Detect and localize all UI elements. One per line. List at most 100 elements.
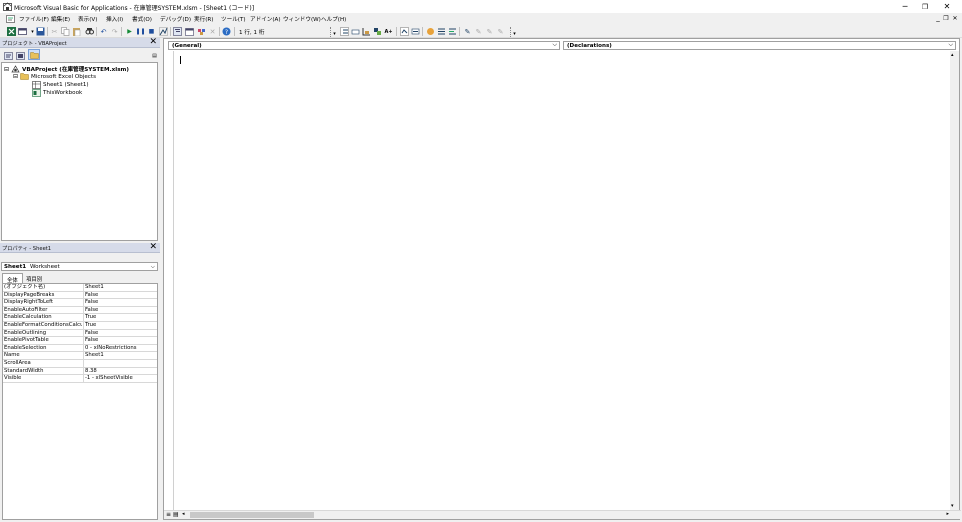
property-value[interactable]: False xyxy=(83,299,157,307)
quick-info-icon[interactable]: A+ xyxy=(384,27,393,36)
parameter-info-icon[interactable] xyxy=(400,27,409,36)
uncomment-block-icon[interactable] xyxy=(448,27,457,36)
indent-icon[interactable] xyxy=(340,27,349,36)
property-value[interactable]: False xyxy=(83,306,157,314)
minimize-button[interactable]: ─ xyxy=(894,0,916,13)
property-row[interactable]: EnableAutoFilter False xyxy=(3,306,157,315)
chevron-down-icon[interactable]: ⌵ xyxy=(552,41,557,49)
reset-icon[interactable]: ■ xyxy=(147,27,156,36)
find-icon[interactable] xyxy=(85,27,94,36)
toolbar-overflow-icon[interactable]: ▾ xyxy=(330,29,339,38)
menu-insert[interactable]: 挿入(I) xyxy=(106,15,123,23)
toolbar-scroll-icon[interactable]: ▤ xyxy=(150,51,159,60)
menu-file[interactable]: ファイル(F) xyxy=(19,15,49,23)
run-icon[interactable]: ▶ xyxy=(125,27,134,36)
toolbox-icon[interactable]: ✕ xyxy=(208,27,217,36)
paste-icon[interactable] xyxy=(72,27,81,36)
full-module-view-icon[interactable]: ▤ xyxy=(173,511,179,518)
property-value[interactable]: True xyxy=(83,314,157,322)
property-row[interactable]: DisplayRightToLeft False xyxy=(3,299,157,307)
scroll-thumb[interactable] xyxy=(190,512,314,518)
doc-close-button[interactable]: ✕ xyxy=(951,15,959,22)
view-object-icon[interactable] xyxy=(16,51,25,60)
property-value[interactable]: 8.38 xyxy=(83,367,157,375)
tree-node-thisworkbook[interactable]: ThisWorkbook xyxy=(32,89,82,97)
design-mode-icon[interactable] xyxy=(159,27,168,36)
object-browser-icon[interactable] xyxy=(197,27,206,36)
menu-run[interactable]: 実行(R) xyxy=(194,15,213,23)
collapse-icon[interactable]: ⊟ xyxy=(13,73,18,80)
previous-bookmark-icon[interactable]: ✎ xyxy=(485,27,494,36)
toggle-breakpoint-icon[interactable] xyxy=(426,27,435,36)
toolbar-overflow-icon[interactable]: ▾ xyxy=(510,29,519,38)
property-value[interactable]: False xyxy=(83,337,157,345)
doc-restore-button[interactable]: ❐ xyxy=(942,15,950,22)
list-properties-icon[interactable] xyxy=(362,27,371,36)
chevron-down-icon[interactable]: ⌵ xyxy=(151,263,155,271)
procedure-combo[interactable]: (Declarations) ⌵ xyxy=(563,41,956,50)
cut-icon[interactable]: ✂ xyxy=(50,27,59,36)
vertical-scrollbar[interactable]: ▴ ▾ xyxy=(950,51,959,510)
property-row[interactable]: EnableFormatConditionsCalcu True xyxy=(3,322,157,330)
code-window-icon[interactable] xyxy=(6,15,15,23)
tab-alphabetic[interactable]: 全体 xyxy=(2,273,23,284)
insert-userform-icon[interactable] xyxy=(18,27,27,36)
menu-tools[interactable]: ツール(T) xyxy=(221,15,246,23)
scroll-left-icon[interactable]: ◂ xyxy=(182,511,185,517)
property-value[interactable]: False xyxy=(83,291,157,299)
property-value[interactable]: -1 - xlSheetVisible xyxy=(83,375,157,383)
property-value[interactable]: Sheet1 xyxy=(83,284,157,291)
properties-window-icon[interactable] xyxy=(185,27,194,36)
object-selector[interactable]: Sheet1 Worksheet ⌵ xyxy=(1,262,158,271)
tree-node-sheet1[interactable]: Sheet1 (Sheet1) xyxy=(32,81,89,89)
copy-icon[interactable] xyxy=(61,27,70,36)
outdent-icon[interactable] xyxy=(351,27,360,36)
tab-categorized[interactable]: 項目別 xyxy=(22,273,46,283)
project-close-button[interactable]: ✕ xyxy=(149,37,157,47)
menu-view[interactable]: 表示(V) xyxy=(78,15,97,23)
scroll-down-icon[interactable]: ▾ xyxy=(951,503,954,509)
undo-icon[interactable]: ↶ xyxy=(99,27,108,36)
property-value[interactable]: True xyxy=(83,322,157,329)
menu-debug[interactable]: デバッグ(D) xyxy=(160,15,191,23)
restore-button[interactable]: ❐ xyxy=(914,0,936,13)
property-row[interactable]: StandardWidth 8.38 xyxy=(3,367,157,376)
close-button[interactable]: ✕ xyxy=(936,0,958,13)
menu-window[interactable]: ウィンドウ(W) xyxy=(283,15,321,23)
property-row[interactable]: Name Sheet1 xyxy=(3,352,157,360)
scroll-up-icon[interactable]: ▴ xyxy=(951,52,954,58)
property-row[interactable]: EnablePivotTable False xyxy=(3,337,157,345)
doc-minimize-button[interactable]: _ xyxy=(934,14,942,22)
property-row[interactable]: Visible -1 - xlSheetVisible xyxy=(3,375,157,383)
menu-edit[interactable]: 編集(E) xyxy=(51,15,70,23)
property-value[interactable]: Sheet1 xyxy=(83,352,157,360)
tree-node-root[interactable]: ⊟ VBAProject (在庫管理SYSTEM.xlsm) xyxy=(4,65,129,73)
property-value[interactable]: False xyxy=(83,329,157,337)
collapse-icon[interactable]: ⊟ xyxy=(4,66,9,73)
property-row[interactable]: ScrollArea xyxy=(3,360,157,368)
next-bookmark-icon[interactable]: ✎ xyxy=(474,27,483,36)
code-editor[interactable] xyxy=(164,51,950,510)
project-explorer-icon[interactable] xyxy=(173,27,182,36)
procedure-view-icon[interactable]: ≡ xyxy=(166,511,171,518)
complete-word-icon[interactable] xyxy=(411,27,420,36)
tree-node-excel-objects[interactable]: ⊟ Microsoft Excel Objects xyxy=(13,73,96,80)
chevron-down-icon[interactable]: ⌵ xyxy=(948,41,953,49)
toggle-folders-icon[interactable] xyxy=(28,49,40,60)
redo-icon[interactable]: ↷ xyxy=(110,27,119,36)
property-value[interactable]: 0 - xlNoRestrictions xyxy=(83,344,157,352)
save-icon[interactable] xyxy=(36,27,45,36)
menu-format[interactable]: 書式(O) xyxy=(132,15,152,23)
property-row[interactable]: EnableSelection 0 - xlNoRestrictions xyxy=(3,344,157,353)
menu-addins[interactable]: アドイン(A) xyxy=(250,15,281,23)
property-row[interactable]: EnableCalculation True xyxy=(3,314,157,322)
clear-bookmarks-icon[interactable]: ✎ xyxy=(496,27,505,36)
properties-close-button[interactable]: ✕ xyxy=(149,242,157,252)
object-combo[interactable]: (General) ⌵ xyxy=(168,41,560,50)
toggle-bookmark-icon[interactable]: ✎ xyxy=(463,27,472,36)
help-icon[interactable]: ? xyxy=(222,27,231,36)
property-row[interactable]: EnableOutlining False xyxy=(3,329,157,338)
comment-block-icon[interactable] xyxy=(437,27,446,36)
property-row[interactable]: (オブジェクト名) Sheet1 xyxy=(3,284,157,292)
list-constants-icon[interactable] xyxy=(373,27,382,36)
